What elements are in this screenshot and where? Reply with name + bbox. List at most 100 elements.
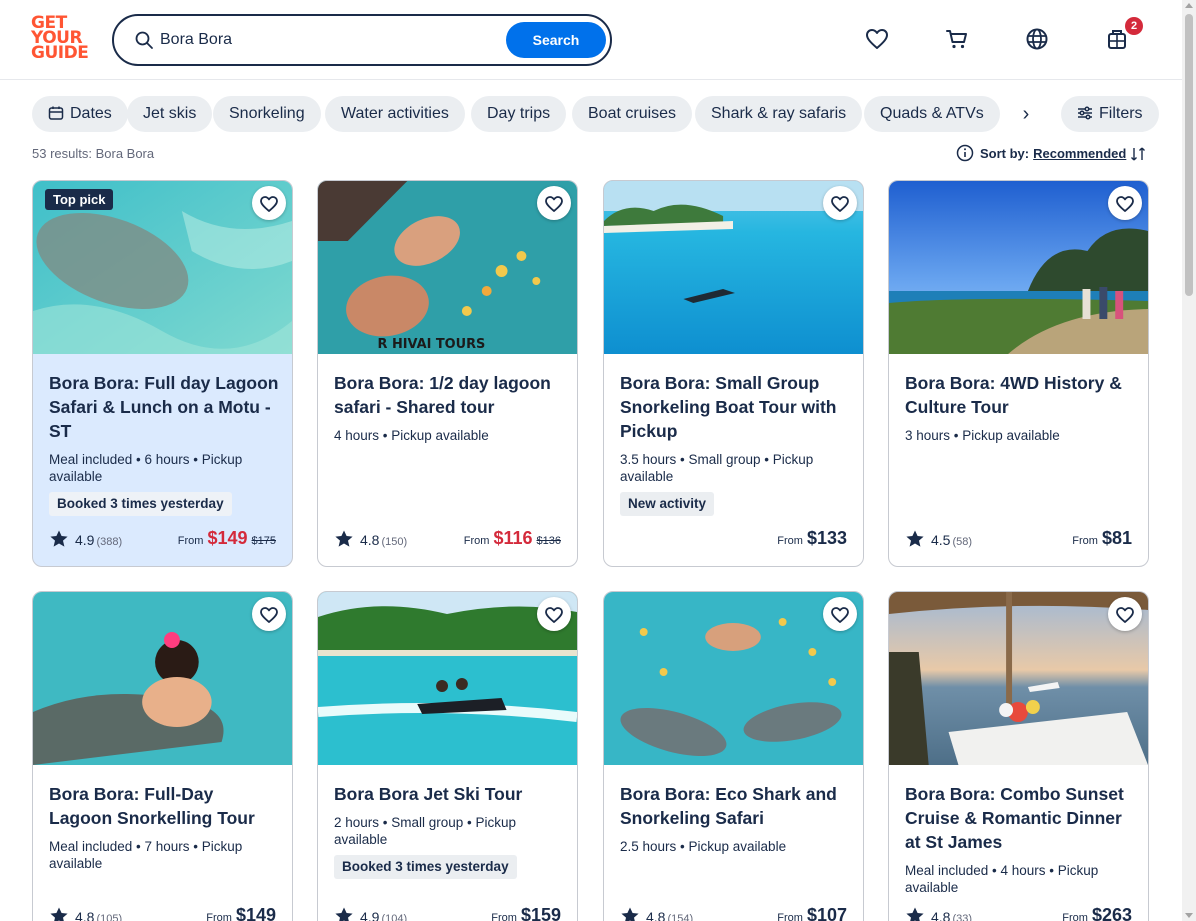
scroll-thumb[interactable] xyxy=(1185,14,1193,296)
rating-value: 4.8 xyxy=(75,909,95,921)
filters-button[interactable]: Filters xyxy=(1061,96,1159,132)
chip-label: Day trips xyxy=(487,105,551,122)
heart-icon xyxy=(544,194,564,214)
chip-snorkeling[interactable]: Snorkeling xyxy=(213,96,321,132)
chip-water-activities[interactable]: Water activities xyxy=(325,96,465,132)
price-from-label: From xyxy=(463,535,490,547)
review-count: (388) xyxy=(96,536,123,548)
wishlist-button[interactable] xyxy=(823,597,857,631)
page-scrollbar[interactable] xyxy=(1182,0,1196,921)
scroll-up-arrow[interactable] xyxy=(1185,3,1193,8)
price-from-label: From xyxy=(1072,535,1098,547)
wishlist-button[interactable] xyxy=(1108,597,1142,631)
filters-label: Filters xyxy=(1099,105,1143,122)
original-price: $136 xyxy=(536,535,561,547)
rating-value: 4.8 xyxy=(931,909,951,921)
activity-card[interactable]: Top pick Bora Bora: Full day Lagoon Safa… xyxy=(32,180,293,567)
top-pick-badge: Top pick xyxy=(45,189,114,210)
activity-card[interactable]: R HIVAI TOURS Bora Bora: 1/2 day lagoon … xyxy=(317,180,578,567)
sort-arrows-icon[interactable] xyxy=(1130,146,1146,162)
activity-title[interactable]: Bora Bora Jet Ski Tour xyxy=(334,782,566,806)
chip-label: Jet skis xyxy=(143,105,197,122)
heart-icon xyxy=(1115,605,1135,625)
activity-card[interactable]: Bora Bora: 4WD History & Culture Tour 3 … xyxy=(888,180,1149,567)
heart-icon xyxy=(259,605,279,625)
activity-meta: Meal included • 6 hours • Pickup availab… xyxy=(49,452,243,484)
getyourguide-logo[interactable]: GET YOUR GUIDE xyxy=(31,15,91,64)
heart-icon xyxy=(259,194,279,214)
chip-label: Snorkeling xyxy=(229,105,305,122)
price-from-label: From xyxy=(491,912,517,921)
top-header: GET YOUR GUIDE Search 2 xyxy=(0,0,1182,80)
review-count: (104) xyxy=(381,913,408,921)
rating: 4.8 (105) xyxy=(49,906,122,921)
activity-card[interactable]: Bora Bora: Combo Sunset Cruise & Romanti… xyxy=(888,591,1149,921)
wishlist-button[interactable] xyxy=(823,186,857,220)
rating: 4.9 (388) xyxy=(49,529,122,549)
activity-title[interactable]: Bora Bora: 1/2 day lagoon safari - Share… xyxy=(334,371,566,419)
activity-meta: Meal included • 7 hours • Pickup availab… xyxy=(49,839,243,871)
scroll-down-arrow[interactable] xyxy=(1185,913,1193,918)
activity-meta: 4 hours • Pickup available xyxy=(334,428,489,443)
info-icon[interactable] xyxy=(956,144,974,162)
heart-icon[interactable] xyxy=(864,26,890,52)
activity-title[interactable]: Bora Bora: Small Group Snorkeling Boat T… xyxy=(620,371,852,443)
price-amount: $116 xyxy=(493,528,533,548)
chip-label: Boat cruises xyxy=(588,105,677,122)
activity-meta: 3.5 hours • Small group • Pickup availab… xyxy=(620,452,814,484)
activity-meta: 2 hours • Small group • Pickup available xyxy=(334,815,517,847)
star-icon xyxy=(905,529,925,549)
activity-title[interactable]: Bora Bora: Eco Shark and Snorkeling Safa… xyxy=(620,782,852,830)
activity-card[interactable]: Bora Bora Jet Ski Tour 2 hours • Small g… xyxy=(317,591,578,921)
photo-watermark: R HIVAI TOURS xyxy=(378,337,486,352)
bookings-count-badge: 2 xyxy=(1125,17,1143,35)
price-from-label: From xyxy=(1062,912,1088,921)
star-icon xyxy=(49,529,69,549)
rating-value: 4.9 xyxy=(360,909,380,921)
activity-card[interactable]: Bora Bora: Full-Day Lagoon Snorkelling T… xyxy=(32,591,293,921)
search-input[interactable] xyxy=(160,28,490,52)
wishlist-button[interactable] xyxy=(537,597,571,631)
chips-next-arrow[interactable]: › xyxy=(1012,100,1040,128)
price: From $107 xyxy=(777,905,847,921)
chip-day-trips[interactable]: Day trips xyxy=(471,96,567,132)
review-count: (105) xyxy=(96,913,123,921)
cart-icon[interactable] xyxy=(944,26,970,52)
globe-icon[interactable] xyxy=(1024,26,1050,52)
price-amount: $133 xyxy=(806,528,847,548)
wishlist-button[interactable] xyxy=(252,597,286,631)
heart-icon xyxy=(830,605,850,625)
search-button[interactable]: Search xyxy=(506,22,606,58)
price-amount: $149 xyxy=(235,905,276,921)
wishlist-button[interactable] xyxy=(1108,186,1142,220)
chip-boat-cruises[interactable]: Boat cruises xyxy=(572,96,693,132)
activity-title[interactable]: Bora Bora: 4WD History & Culture Tour xyxy=(905,371,1137,419)
activity-card[interactable]: Bora Bora: Small Group Snorkeling Boat T… xyxy=(603,180,864,567)
wishlist-button[interactable] xyxy=(537,186,571,220)
chip-label: Quads & ATVs xyxy=(880,105,984,122)
sort-value[interactable]: Recommended xyxy=(1033,146,1126,161)
sort-control[interactable]: Sort by: Recommended xyxy=(956,144,1146,164)
chip-quads-atvs[interactable]: Quads & ATVs xyxy=(864,96,1000,132)
chip-label: Water activities xyxy=(341,105,449,122)
chip-jet-skis[interactable]: Jet skis xyxy=(127,96,213,132)
search-icon xyxy=(135,31,153,49)
activity-title[interactable]: Bora Bora: Full-Day Lagoon Snorkelling T… xyxy=(49,782,281,830)
activity-title[interactable]: Bora Bora: Combo Sunset Cruise & Romanti… xyxy=(905,782,1137,854)
rating: 4.9 (104) xyxy=(334,906,407,921)
chip-label: Dates xyxy=(70,105,112,122)
wishlist-button[interactable] xyxy=(252,186,286,220)
price-amount: $263 xyxy=(1091,905,1132,921)
heart-icon xyxy=(1115,194,1135,214)
rating-value: 4.8 xyxy=(646,909,666,921)
chip-dates[interactable]: Dates xyxy=(32,96,128,132)
activity-title[interactable]: Bora Bora: Full day Lagoon Safari & Lunc… xyxy=(49,371,281,443)
price: From $149 xyxy=(206,905,276,921)
activity-meta: 3 hours • Pickup available xyxy=(905,428,1060,443)
chip-shark-ray-safaris[interactable]: Shark & ray safaris xyxy=(695,96,863,132)
activity-card[interactable]: Bora Bora: Eco Shark and Snorkeling Safa… xyxy=(603,591,864,921)
rating-value: 4.9 xyxy=(75,532,95,548)
original-price: $175 xyxy=(251,535,276,547)
results-count: 53 results: Bora Bora xyxy=(32,146,155,161)
rating: 4.8 (150) xyxy=(334,529,407,549)
